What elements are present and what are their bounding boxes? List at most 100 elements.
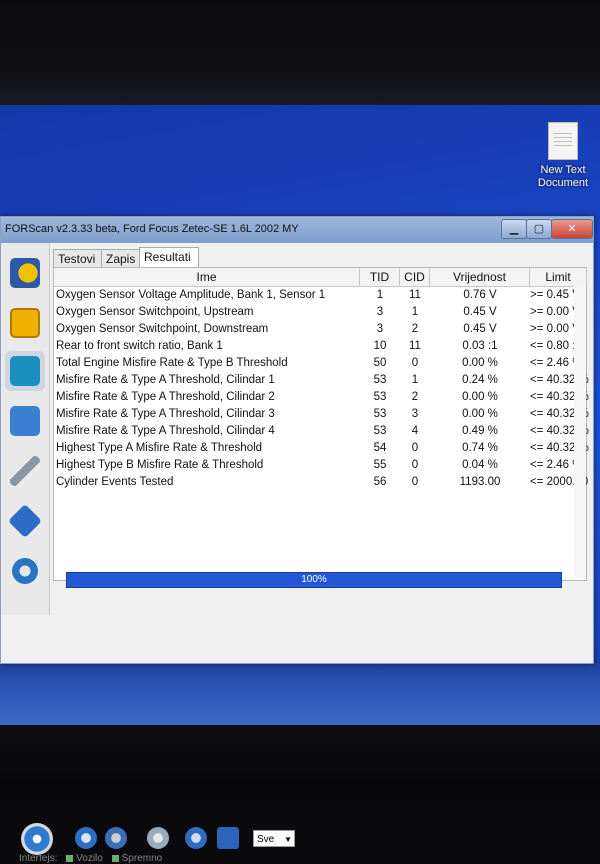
monitor-bezel-top bbox=[0, 0, 600, 110]
cell-name: Misfire Rate & Type A Threshold, Cilinda… bbox=[56, 425, 275, 437]
service-button[interactable] bbox=[5, 451, 45, 491]
cell-cid: 2 bbox=[411, 323, 419, 335]
chip-icon bbox=[8, 504, 42, 538]
cell-value: 0.04 % bbox=[462, 459, 498, 471]
cell-cid: 2 bbox=[411, 391, 419, 403]
start-button[interactable] bbox=[75, 827, 97, 849]
save-icon[interactable] bbox=[217, 827, 239, 849]
column-header-name[interactable]: Ime bbox=[54, 268, 360, 286]
vertical-scrollbar[interactable] bbox=[574, 286, 586, 578]
settings-button[interactable] bbox=[5, 551, 45, 591]
configuration-button[interactable] bbox=[5, 501, 45, 541]
column-header-limit[interactable]: Limit bbox=[530, 268, 587, 286]
cell-cid: 0 bbox=[411, 459, 419, 471]
status-interface-label: Interfejs: bbox=[19, 853, 58, 864]
maximize-button[interactable]: ▢ bbox=[526, 219, 552, 239]
table-row[interactable]: Cylinder Events Tested 56 0 1193.00 <= 2000.… bbox=[54, 474, 588, 491]
table-row[interactable]: Misfire Rate & Type A Threshold, Cilinda… bbox=[54, 389, 589, 406]
cell-name: Rear to front switch ratio, Bank 1 bbox=[56, 340, 223, 352]
oscilloscope-button[interactable] bbox=[5, 351, 45, 391]
tab-testovi[interactable]: Testovi bbox=[53, 249, 105, 268]
cell-value: 0.24 % bbox=[462, 374, 498, 386]
cell-name: Oxygen Sensor Switchpoint, Downstream bbox=[56, 323, 269, 335]
column-header-value[interactable]: Vrijednost bbox=[430, 268, 530, 286]
cell-tid: 3 bbox=[376, 323, 384, 335]
cell-cid: 0 bbox=[411, 442, 419, 454]
cell-tid: 53 bbox=[373, 408, 387, 420]
cell-tid: 56 bbox=[373, 476, 387, 488]
table-row[interactable]: Rear to front switch ratio, Bank 1 10 11 0.… bbox=[54, 338, 586, 355]
cell-value: 0.45 V bbox=[463, 323, 497, 335]
tab-resultati[interactable]: Resultati bbox=[139, 247, 199, 268]
close-button[interactable]: ✕ bbox=[551, 219, 593, 239]
vehicle-status-indicator bbox=[66, 854, 74, 862]
monitor-bezel-bottom bbox=[0, 725, 600, 800]
cell-value: 0.00 % bbox=[462, 357, 498, 369]
cell-name: Highest Type A Misfire Rate & Threshold bbox=[56, 442, 263, 454]
cell-value: 0.45 V bbox=[463, 306, 497, 318]
column-header-tid[interactable]: TID bbox=[360, 268, 400, 286]
cell-tid: 53 bbox=[373, 425, 387, 437]
cell-value: 1193.00 bbox=[459, 476, 501, 488]
chevron-down-icon: ▼ bbox=[284, 835, 292, 844]
window-titlebar[interactable]: FORScan v2.3.33 beta, Ford Focus Zetec-S… bbox=[1, 217, 593, 243]
checklist-icon bbox=[10, 406, 40, 436]
cell-name: Cylinder Events Tested bbox=[56, 476, 174, 488]
minimize-button[interactable]: ▁ bbox=[501, 219, 527, 239]
cell-name: Highest Type B Misfire Rate & Threshold bbox=[56, 459, 264, 471]
cell-cid: 11 bbox=[409, 340, 421, 352]
desktop-icon-label-line1: New Text bbox=[540, 164, 586, 176]
cell-cid: 11 bbox=[409, 289, 421, 301]
results-table: Ime TID CID Vrijednost Limit Oxygen Sens… bbox=[53, 267, 589, 581]
column-header-cid[interactable]: CID bbox=[400, 268, 430, 286]
vehicle-info-button[interactable] bbox=[5, 253, 45, 293]
steering-wheel-icon[interactable] bbox=[21, 823, 53, 855]
table-row[interactable]: Misfire Rate & Type A Threshold, Cilinda… bbox=[54, 406, 589, 423]
info-icon bbox=[10, 258, 40, 288]
table-row[interactable]: Oxygen Sensor Switchpoint, Downstream 3 2 0… bbox=[54, 321, 586, 338]
cell-cid: 0 bbox=[411, 476, 419, 488]
table-row[interactable]: Oxygen Sensor Voltage Amplitude, Bank 1,… bbox=[54, 287, 586, 304]
chart-button[interactable] bbox=[147, 827, 169, 849]
filter-select-value: Sve bbox=[257, 834, 275, 845]
gear-icon bbox=[10, 556, 40, 586]
cell-name: Misfire Rate & Type A Threshold, Cilinda… bbox=[56, 408, 275, 420]
cell-value: 0.00 % bbox=[462, 408, 498, 420]
cell-name: Misfire Rate & Type A Threshold, Cilinda… bbox=[56, 374, 275, 386]
cell-cid: 1 bbox=[411, 306, 419, 318]
desktop-icon-label-line2: Document bbox=[537, 177, 589, 189]
cell-name: Oxygen Sensor Switchpoint, Upstream bbox=[56, 306, 254, 318]
ready-status-indicator bbox=[111, 854, 119, 862]
table-row[interactable]: Total Engine Misfire Rate & Type B Thres… bbox=[54, 355, 586, 372]
table-header: Ime TID CID Vrijednost Limit bbox=[54, 268, 587, 287]
cell-value: 0.03 :1 bbox=[462, 340, 498, 352]
table-row[interactable]: Misfire Rate & Type A Threshold, Cilinda… bbox=[54, 423, 589, 440]
table-row[interactable]: Oxygen Sensor Switchpoint, Upstream 3 1 0.4… bbox=[54, 304, 586, 321]
cell-cid: 3 bbox=[411, 408, 419, 420]
table-row[interactable]: Misfire Rate & Type A Threshold, Cilinda… bbox=[54, 372, 589, 389]
cell-cid: 0 bbox=[411, 357, 419, 369]
status-vehicle-label: Vozilo bbox=[76, 853, 103, 864]
window-client-area: Testovi Zapis Resultati Ime TID CID Vrij… bbox=[1, 243, 593, 864]
filter-select[interactable]: Sve ▼ bbox=[253, 830, 295, 847]
cell-cid: 4 bbox=[411, 425, 419, 437]
progress-bar: 100% bbox=[66, 572, 562, 588]
cell-name: Misfire Rate & Type A Threshold, Cilinda… bbox=[56, 391, 275, 403]
clear-button[interactable] bbox=[185, 827, 207, 849]
table-row[interactable]: Highest Type B Misfire Rate & Threshold 5… bbox=[54, 457, 586, 474]
table-row[interactable]: Highest Type A Misfire Rate & Threshold 5… bbox=[54, 440, 589, 457]
cell-name: Total Engine Misfire Rate & Type B Thres… bbox=[56, 357, 288, 369]
desktop-icon-new-text-document[interactable]: New Text Document bbox=[532, 122, 594, 190]
text-document-icon bbox=[548, 122, 578, 160]
progress-label: 100% bbox=[301, 574, 327, 585]
stop-button[interactable] bbox=[105, 827, 127, 849]
cell-name: Oxygen Sensor Voltage Amplitude, Bank 1,… bbox=[56, 289, 326, 301]
dtc-button[interactable] bbox=[5, 303, 45, 343]
cell-tid: 1 bbox=[376, 289, 384, 301]
dtc-icon bbox=[10, 308, 40, 338]
tests-button[interactable] bbox=[5, 401, 45, 441]
cell-tid: 53 bbox=[373, 374, 387, 386]
cell-value: 0.76 V bbox=[463, 289, 497, 301]
cell-value: 0.74 % bbox=[462, 442, 498, 454]
forscan-window: FORScan v2.3.33 beta, Ford Focus Zetec-S… bbox=[0, 216, 594, 864]
